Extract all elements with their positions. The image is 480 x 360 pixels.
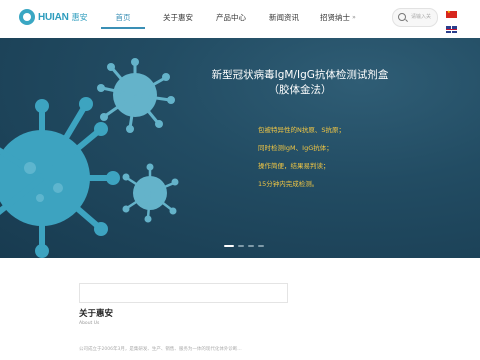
small-virus-icon bbox=[122, 163, 179, 223]
logo-mark-icon bbox=[19, 9, 35, 25]
about-subtitle: About Us bbox=[79, 321, 100, 326]
feature-list: 包被特异性的N抗原、S抗原； 同时检测IgM、IgG抗体； 操作简便，结果易判读… bbox=[258, 121, 345, 193]
nav-item-products[interactable]: 产品中心 bbox=[209, 9, 253, 27]
nav-item-home[interactable]: 首页 bbox=[101, 9, 145, 29]
nav-item-about[interactable]: 关于惠安 bbox=[156, 9, 200, 27]
search-icon[interactable] bbox=[398, 13, 406, 21]
feature-item: 操作简便，结果易判读； bbox=[258, 162, 330, 170]
large-virus-icon bbox=[0, 97, 120, 258]
about-section: 关于惠安 About Us 公司成立于2006年3月，是集研发、生产、销售、服务… bbox=[0, 258, 480, 360]
carousel-indicators bbox=[224, 245, 264, 247]
feature-item: 包被特异性的N抗原、S抗原； bbox=[258, 126, 345, 134]
banner-title-line2: （胶体金法） bbox=[268, 84, 332, 96]
logo-cn: 惠安 bbox=[71, 12, 88, 22]
medium-virus-icon bbox=[97, 58, 175, 133]
search-placeholder: 请输入关 bbox=[411, 14, 432, 20]
about-title: 关于惠安 bbox=[79, 309, 114, 319]
feature-item: 15分钟内完成检测。 bbox=[258, 180, 319, 188]
carousel-dot-2[interactable] bbox=[238, 245, 244, 247]
nav-item-news[interactable]: 新闻资讯 bbox=[262, 9, 306, 27]
content-box bbox=[79, 283, 288, 303]
carousel-dot-1[interactable] bbox=[224, 245, 234, 247]
search-input[interactable]: 请输入关 bbox=[392, 8, 438, 27]
banner-title-line1: 新型冠状病毒IgM/IgG抗体检测试剂盒 bbox=[211, 69, 389, 81]
banner-title: 新型冠状病毒IgM/IgG抗体检测试剂盒 （胶体金法） bbox=[190, 68, 410, 98]
feature-item: 同时检测IgM、IgG抗体； bbox=[258, 144, 333, 152]
about-text: 公司成立于2006年3月，是集研发、生产、销售、服务为一体的现代化体外诊断… bbox=[79, 347, 242, 352]
carousel-dot-3[interactable] bbox=[248, 245, 254, 247]
uk-flag-icon[interactable] bbox=[446, 26, 457, 33]
logo-text: HUIAN bbox=[38, 11, 69, 23]
nav-item-careers[interactable]: 招贤纳士 bbox=[315, 9, 355, 27]
hero-banner: 新型冠状病毒IgM/IgG抗体检测试剂盒 （胶体金法） 包被特异性的N抗原、S抗… bbox=[0, 38, 480, 258]
china-flag-icon[interactable] bbox=[446, 9, 457, 18]
header: HUIAN 惠安 首页 关于惠安 产品中心 新闻资讯 招贤纳士 » 请输入关 bbox=[0, 0, 480, 38]
carousel-dot-4[interactable] bbox=[258, 245, 264, 247]
nav-more-icon[interactable]: » bbox=[351, 9, 357, 27]
logo[interactable]: HUIAN 惠安 bbox=[19, 8, 88, 26]
